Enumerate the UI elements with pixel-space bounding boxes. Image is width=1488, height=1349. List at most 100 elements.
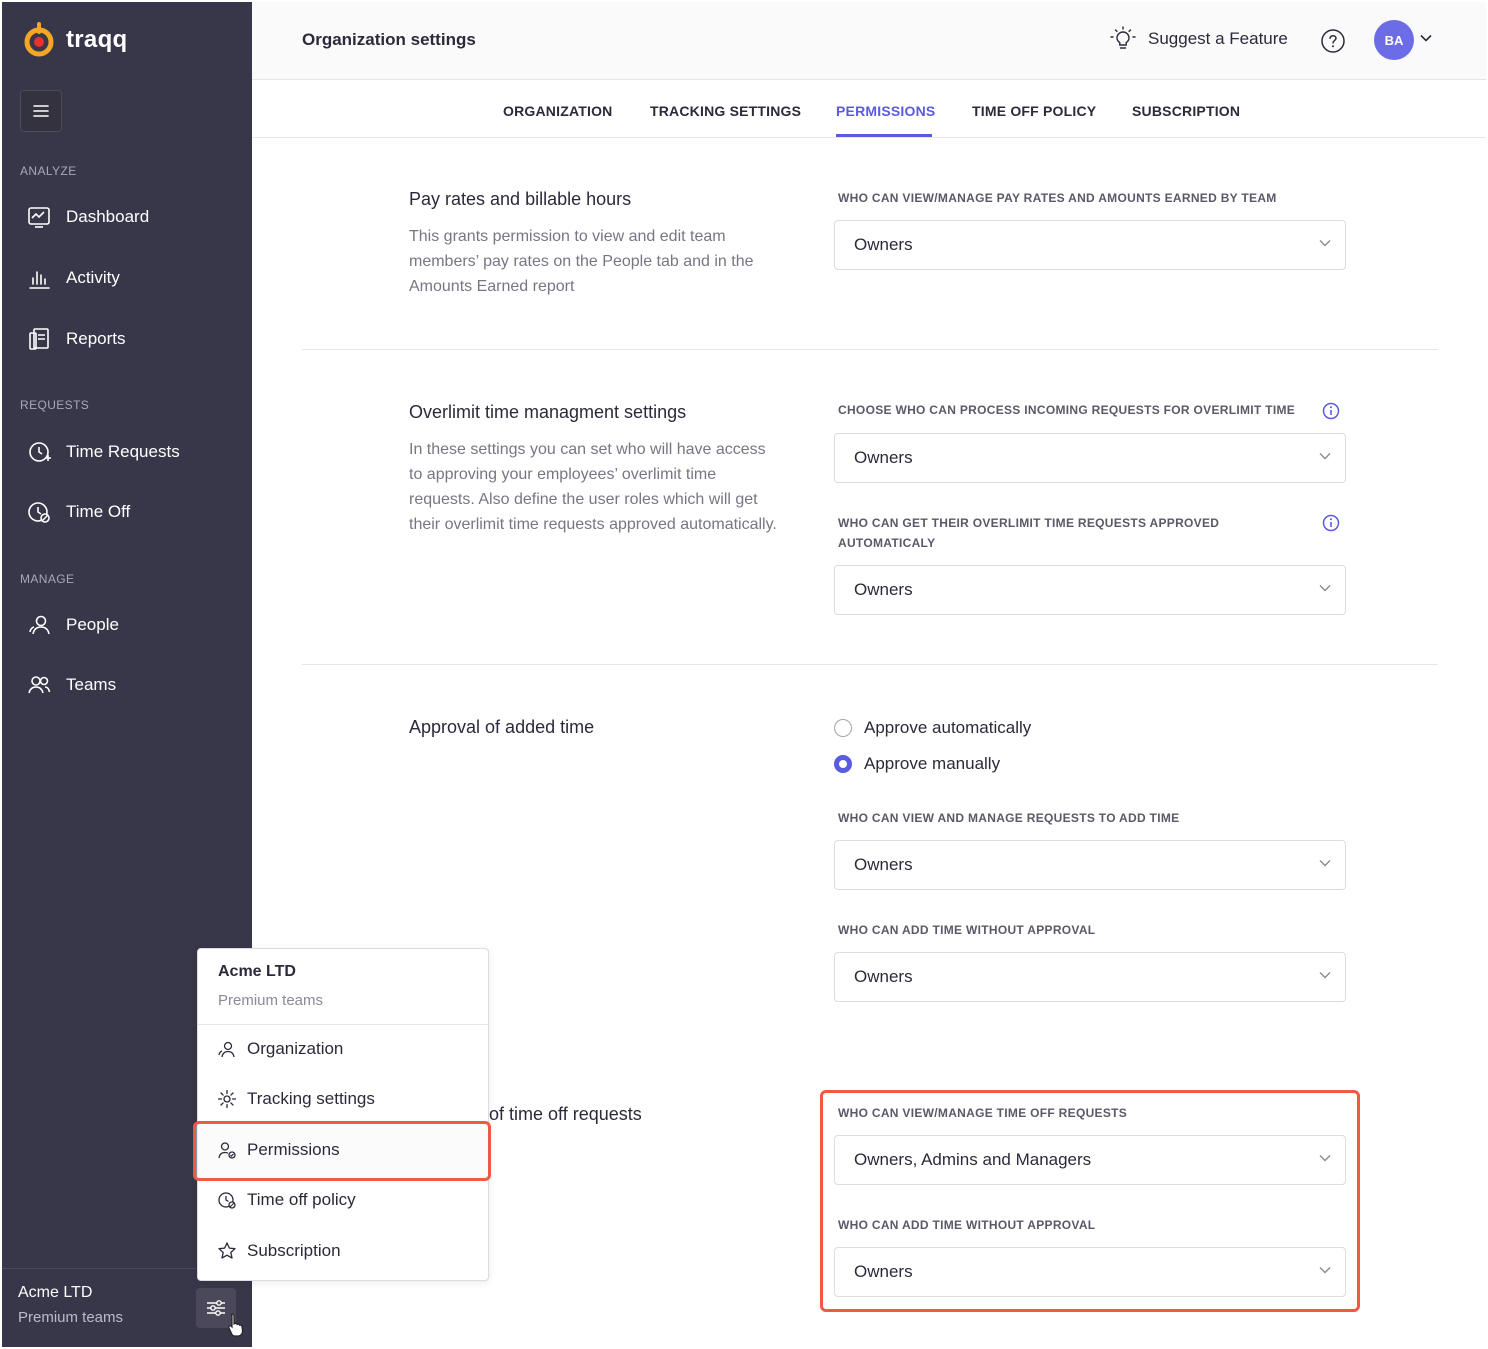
section-label-analyze: ANALYZE xyxy=(20,164,77,178)
page-title: Organization settings xyxy=(302,30,476,49)
radio-approve-automatically[interactable]: Approve automatically xyxy=(834,718,1031,738)
menu-org-plan: Premium teams xyxy=(218,992,324,1009)
menu-item-label: Organization xyxy=(247,1039,344,1058)
sliders-icon xyxy=(207,1300,225,1316)
footer-org-name: Acme LTD xyxy=(18,1284,93,1301)
hand-cursor-icon xyxy=(228,1313,244,1337)
approval-title: Approval of added time xyxy=(409,717,595,737)
time-requests-icon xyxy=(29,442,51,462)
add-time-no-approval-label: WHO CAN ADD TIME WITHOUT APPROVAL xyxy=(838,923,1096,937)
chevron-down-icon xyxy=(1319,585,1331,592)
activity-icon xyxy=(29,271,50,289)
overlimit-auto-label: WHO CAN GET THEIR OVERLIMIT TIME REQUEST… xyxy=(838,513,1219,553)
sidebar-item-activity[interactable]: Activity xyxy=(26,265,120,291)
menu-item-permissions[interactable]: Permissions xyxy=(217,1140,340,1160)
pay-rates-title: Pay rates and billable hours xyxy=(409,189,632,209)
suggest-feature-label: Suggest a Feature xyxy=(1148,29,1288,48)
sidebar-item-people[interactable]: People xyxy=(26,612,119,638)
menu-item-label: Time off policy xyxy=(247,1190,356,1209)
help-icon[interactable] xyxy=(1320,28,1346,54)
radio-button[interactable] xyxy=(834,719,852,737)
add-time-manage-label: WHO CAN VIEW AND MANAGE REQUESTS TO ADD … xyxy=(838,811,1180,825)
suggest-feature-link[interactable]: Suggest a Feature xyxy=(1110,26,1288,52)
radio-label: Approve automatically xyxy=(864,718,1032,737)
sidebar-item-time-requests[interactable]: Time Requests xyxy=(26,439,180,465)
teams-icon xyxy=(28,676,51,694)
footer-org-plan: Premium teams xyxy=(18,1309,124,1326)
tab-organization[interactable]: ORGANIZATION xyxy=(503,103,612,119)
chevron-down-icon xyxy=(1319,860,1331,867)
sidebar-item-reports[interactable]: Reports xyxy=(26,326,126,352)
menu-item-time-off-policy[interactable]: Time off policy xyxy=(217,1190,356,1210)
overlimit-description: In these settings you can set who will h… xyxy=(409,441,777,533)
pay-rates-description: This grants permission to view and edit … xyxy=(409,228,754,295)
select-value: Owners xyxy=(854,580,913,599)
section-divider xyxy=(302,349,1438,350)
tab-permissions[interactable]: PERMISSIONS xyxy=(836,103,935,119)
menu-header: Acme LTD Premium teams xyxy=(198,949,488,1025)
select-value: Owners xyxy=(854,448,913,467)
radio-label: Approve manually xyxy=(864,754,1001,773)
sidebar-item-label: Reports xyxy=(66,329,126,348)
permissions-icon xyxy=(218,1142,236,1159)
section-label-requests: REQUESTS xyxy=(20,398,90,412)
active-tab-indicator xyxy=(836,134,932,137)
radio-button-selected[interactable] xyxy=(834,755,852,773)
organization-icon xyxy=(218,1041,235,1058)
menu-toggle-button[interactable] xyxy=(20,90,62,132)
sidebar-item-label: Time Off xyxy=(66,502,131,521)
sidebar-item-label: Dashboard xyxy=(66,207,150,226)
time-off-policy-icon xyxy=(218,1192,236,1209)
sidebar-footer xyxy=(2,1268,198,1347)
pay-rates-select[interactable]: Owners xyxy=(834,220,1346,270)
sidebar-item-teams[interactable]: Teams xyxy=(26,672,116,698)
logo[interactable]: traqq xyxy=(24,20,128,60)
select-value: Owners xyxy=(854,855,913,874)
sidebar-item-label: Activity xyxy=(66,268,120,287)
tab-tracking-settings[interactable]: TRACKING SETTINGS xyxy=(650,103,801,119)
reports-icon xyxy=(29,328,49,350)
time-off-icon xyxy=(28,502,50,523)
chevron-down-icon xyxy=(1319,240,1331,247)
pay-rates-label: WHO CAN VIEW/MANAGE PAY RATES AND AMOUNT… xyxy=(838,191,1277,205)
user-avatar[interactable]: BA xyxy=(1374,20,1414,60)
time-off-title: of time off requests xyxy=(489,1104,642,1124)
overlimit-auto-select[interactable]: Owners xyxy=(834,565,1346,615)
menu-item-label: Permissions xyxy=(247,1140,340,1159)
chevron-down-icon xyxy=(1319,972,1331,979)
add-time-manage-select[interactable]: Owners xyxy=(834,840,1346,890)
brand-name: traqq xyxy=(66,26,128,53)
settings-tabs: ORGANIZATION TRACKING SETTINGS PERMISSIO… xyxy=(252,80,1486,138)
gear-icon xyxy=(217,1089,237,1109)
people-icon xyxy=(29,615,50,635)
chevron-down-icon[interactable] xyxy=(1420,34,1432,42)
time-off-highlight-frame xyxy=(820,1090,1360,1312)
select-value: Owners xyxy=(854,235,913,254)
radio-approve-manually[interactable]: Approve manually xyxy=(834,754,1000,774)
sidebar-item-label: Teams xyxy=(66,675,117,694)
info-icon[interactable] xyxy=(1322,402,1340,420)
tab-time-off-policy[interactable]: TIME OFF POLICY xyxy=(972,103,1096,119)
overlimit-auto-label-line1: WHO CAN GET THEIR OVERLIMIT TIME REQUEST… xyxy=(838,516,1220,530)
sidebar-item-time-off[interactable]: Time Off xyxy=(26,499,130,525)
menu-item-subscription[interactable]: Subscription xyxy=(217,1241,341,1261)
overlimit-process-select[interactable]: Owners xyxy=(834,433,1346,483)
lightbulb-icon xyxy=(1110,26,1136,49)
add-time-no-approval-select[interactable]: Owners xyxy=(834,952,1346,1002)
menu-item-label: Subscription xyxy=(247,1241,341,1260)
top-bar: Organization settings Suggest a Feature … xyxy=(252,2,1486,80)
menu-item-tracking-settings[interactable]: Tracking settings xyxy=(217,1089,375,1109)
info-icon[interactable] xyxy=(1322,514,1340,532)
tab-subscription[interactable]: SUBSCRIPTION xyxy=(1132,103,1240,119)
menu-item-label: Tracking settings xyxy=(247,1089,375,1108)
select-value: Owners xyxy=(854,967,913,986)
section-divider xyxy=(302,664,1438,665)
sidebar-item-label: Time Requests xyxy=(66,442,180,461)
sidebar-item-dashboard[interactable]: Dashboard xyxy=(26,204,149,230)
overlimit-title: Overlimit time managment settings xyxy=(409,402,687,422)
overlimit-process-label: CHOOSE WHO CAN PROCESS INCOMING REQUESTS… xyxy=(838,403,1296,417)
chevron-down-icon xyxy=(1319,453,1331,460)
menu-item-organization[interactable]: Organization xyxy=(217,1039,343,1059)
menu-org-name: Acme LTD xyxy=(218,963,296,980)
section-label-manage: MANAGE xyxy=(20,572,75,586)
